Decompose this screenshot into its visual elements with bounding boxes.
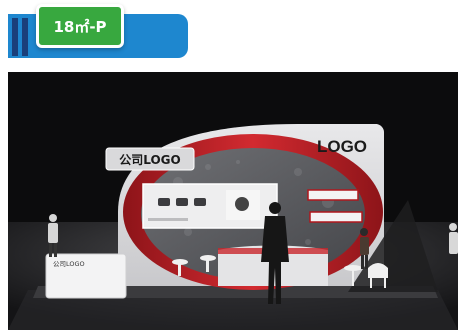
- product-images: [158, 198, 206, 206]
- display-shelf: [148, 218, 188, 221]
- right-shelf-1: [307, 189, 359, 201]
- right-shelf-2: [309, 211, 363, 223]
- booth-rendering: 公司LOGO LOGO 公司LOGO: [8, 72, 458, 330]
- badge-stripe: [22, 18, 28, 56]
- booth-illustration: 公司LOGO LOGO 公司LOGO: [8, 124, 458, 330]
- company-logo-sign: 公司LOGO: [119, 153, 180, 167]
- top-logo: LOGO: [317, 137, 367, 156]
- area-badge: 18㎡-P: [8, 4, 188, 58]
- reception-counter-text: 公司LOGO: [53, 260, 85, 268]
- visitor-far-right: [449, 223, 458, 254]
- product-photo: [235, 197, 249, 211]
- badge-stripe: [12, 18, 18, 56]
- area-label: 18㎡-P: [36, 4, 124, 48]
